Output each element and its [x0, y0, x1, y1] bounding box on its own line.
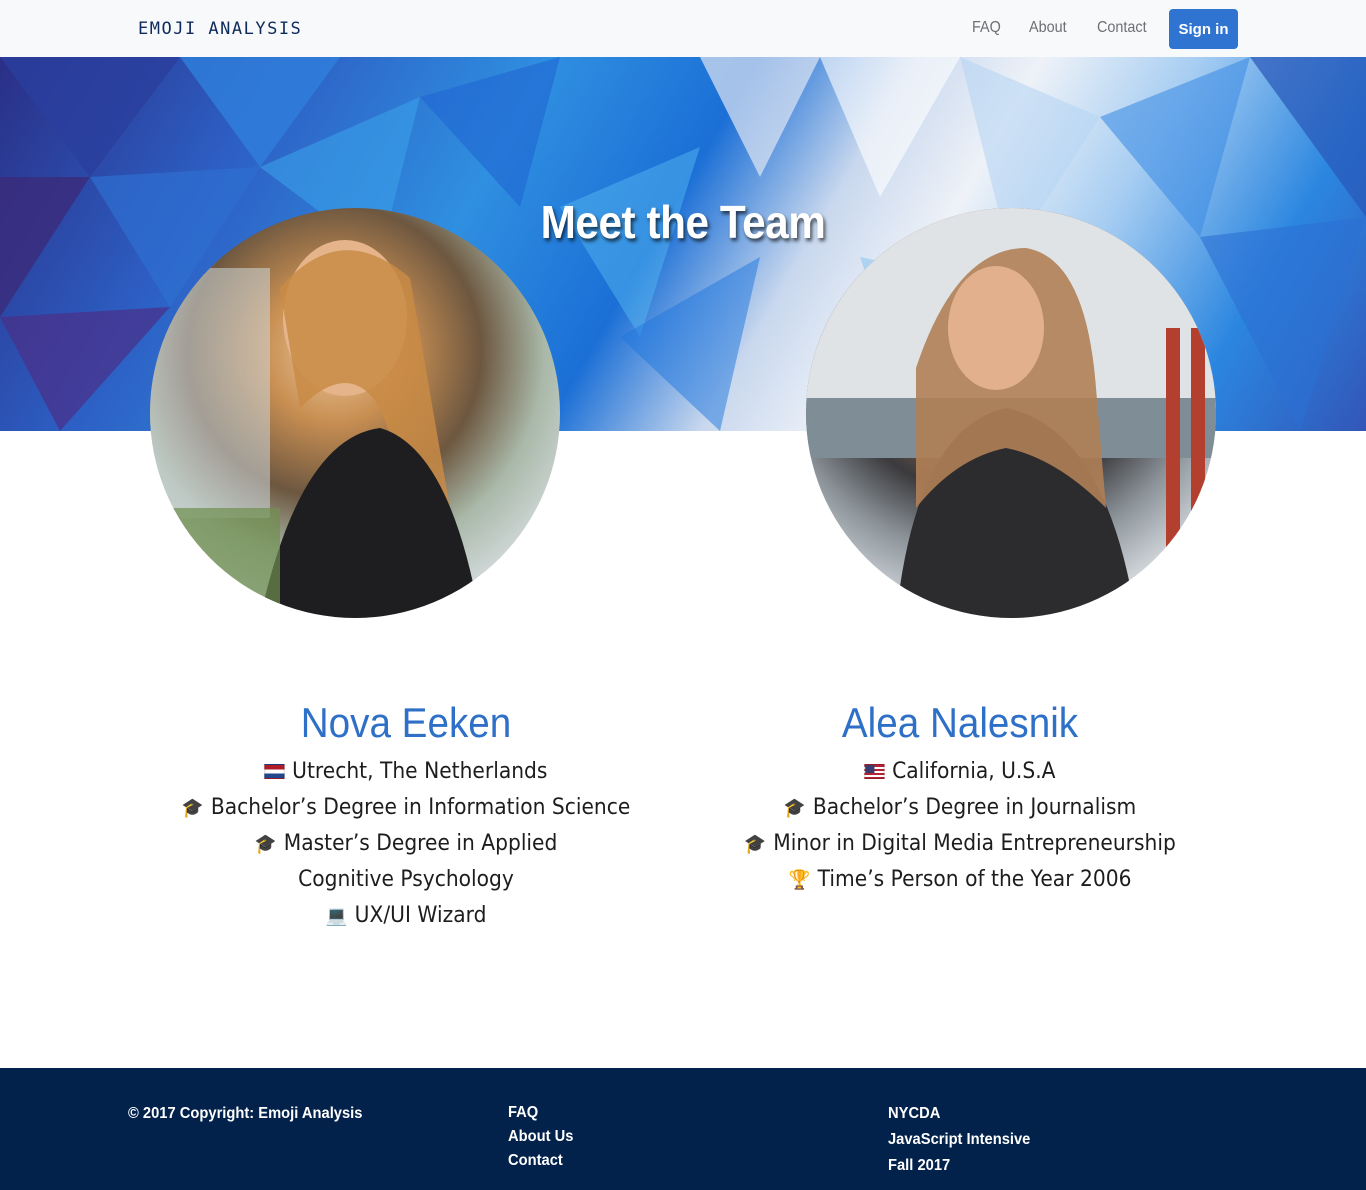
- netherlands-flag-icon: [264, 764, 285, 779]
- graduation-cap-icon: 🎓: [181, 797, 204, 819]
- nav-link-about[interactable]: About: [1029, 19, 1067, 37]
- graduation-cap-icon: 🎓: [744, 833, 766, 855]
- navbar: EMOJI ANALYSIS FAQ About Contact Sign in: [0, 0, 1366, 57]
- member-detail-location: Utrecht, The Netherlands: [167, 754, 645, 790]
- usa-flag-icon: [864, 764, 885, 779]
- footer-link-faq[interactable]: FAQ: [508, 1104, 538, 1122]
- avatar-alea: [806, 208, 1216, 618]
- copyright-text: © 2017 Copyright: Emoji Analysis: [128, 1105, 363, 1122]
- member-detail-location: California, U.S.A: [721, 754, 1199, 790]
- nav-link-contact[interactable]: Contact: [1097, 19, 1147, 37]
- footer-info-term: Fall 2017: [888, 1157, 951, 1174]
- footer: © 2017 Copyright: Emoji Analysis FAQ Abo…: [0, 1068, 1366, 1190]
- member-detail-education: 🎓 Master’s Degree in Applied Cognitive Ps…: [167, 826, 645, 898]
- footer-link-contact[interactable]: Contact: [508, 1152, 563, 1170]
- footer-info-org: NYCDA: [888, 1105, 941, 1122]
- member-card-alea: Alea Nalesnik California, U.S.A 🎓 Bachelo…: [700, 698, 1220, 898]
- member-detail-award: 🏆 Time’s Person of the Year 2006: [721, 862, 1199, 898]
- member-detail-education: 🎓 Minor in Digital Media Entrepreneurship: [721, 826, 1199, 862]
- laptop-icon: 💻: [325, 905, 348, 927]
- brand-logo[interactable]: EMOJI ANALYSIS: [138, 19, 302, 39]
- avatar-nova: [150, 208, 560, 618]
- footer-info-course: JavaScript Intensive: [888, 1131, 1031, 1148]
- member-detail-education: 🎓 Bachelor’s Degree in Journalism: [721, 790, 1199, 826]
- member-detail-education: 🎓 Bachelor’s Degree in Information Scienc…: [167, 790, 645, 826]
- member-card-nova: Nova Eeken Utrecht, The Netherlands 🎓 Bac…: [146, 698, 666, 934]
- footer-link-about-us[interactable]: About Us: [508, 1128, 573, 1146]
- member-name: Nova Eeken: [300, 699, 512, 746]
- trophy-icon: 🏆: [788, 869, 811, 891]
- graduation-cap-icon: 🎓: [783, 797, 806, 819]
- graduation-cap-icon: 🎓: [254, 833, 277, 855]
- nav-link-faq[interactable]: FAQ: [972, 19, 1001, 37]
- member-name: Alea Nalesnik: [841, 699, 1079, 746]
- member-detail-role: 💻 UX/UI Wizard: [167, 898, 645, 934]
- sign-in-button[interactable]: Sign in: [1169, 9, 1238, 49]
